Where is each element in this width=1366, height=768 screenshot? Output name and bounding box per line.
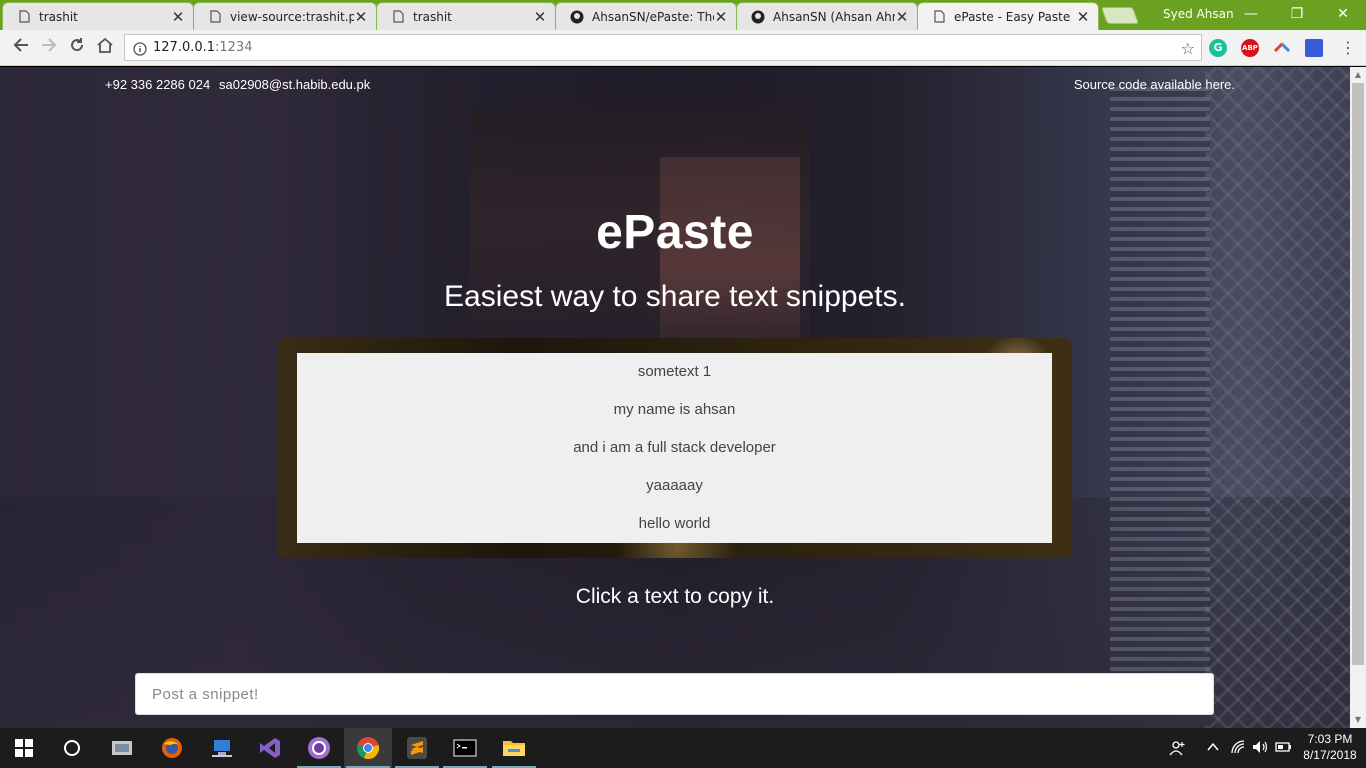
github-icon (751, 10, 765, 24)
copy-hint: Click a text to copy it. (575, 585, 775, 608)
page-icon (17, 10, 31, 24)
clock-date: 8/17/2018 (1303, 748, 1357, 762)
minimize-icon[interactable]: — (1236, 3, 1266, 25)
contact-email[interactable]: sa02908@st.habib.edu.pk (219, 77, 370, 92)
page-scrollbar[interactable]: ▲ ▼ (1350, 67, 1366, 728)
people-icon[interactable] (1168, 739, 1186, 761)
page-viewport: +92 336 2286 024 sa02908@st.habib.edu.pk… (0, 67, 1350, 728)
scroll-down-icon[interactable]: ▼ (1350, 712, 1366, 728)
tab-trashit-1[interactable]: trashit ✕ (2, 2, 194, 30)
browser-titlebar: trashit ✕ view-source:trashit.pk/ ✕ tras… (0, 0, 1366, 30)
show-hidden-icons-icon[interactable] (1206, 740, 1220, 757)
profile-name[interactable]: Syed Ahsan (1163, 7, 1234, 21)
adblock-icon[interactable]: ABP (1241, 39, 1259, 57)
window-close-icon[interactable]: ✕ (1328, 3, 1358, 25)
tab-trashit-2[interactable]: trashit ✕ (376, 2, 556, 30)
tab-close-icon[interactable]: ✕ (895, 9, 909, 24)
snippet-item[interactable]: sometext 1 (297, 359, 1052, 397)
address-bar[interactable]: 127.0.0.1:1234 ☆ (124, 34, 1202, 61)
tab-close-icon[interactable]: ✕ (171, 9, 185, 24)
browser-toolbar: 127.0.0.1:1234 ☆ G ABP ⋮ (0, 30, 1366, 66)
tab-title: view-source:trashit.pk/ (230, 9, 354, 24)
tab-close-icon[interactable]: ✕ (354, 9, 368, 24)
page-icon (208, 10, 222, 24)
page-icon (391, 10, 405, 24)
forward-icon[interactable] (37, 37, 61, 59)
reload-icon[interactable] (65, 37, 89, 59)
visual-studio-icon[interactable] (246, 728, 294, 768)
snippet-item[interactable]: yaaaaay (297, 473, 1052, 511)
sublime-icon[interactable] (393, 728, 441, 768)
clock-time: 7:03 PM (1307, 732, 1353, 746)
home-icon[interactable] (93, 37, 117, 59)
windows-taskbar: 7:03 PM 8/17/2018 (0, 728, 1366, 768)
post-snippet-input[interactable] (135, 673, 1214, 715)
grammarly-icon[interactable]: G (1209, 39, 1227, 57)
source-code-link[interactable]: Source code available here. (1074, 77, 1235, 92)
snippet-list: sometext 1 my name is ahsan and i am a f… (297, 353, 1052, 543)
tab-title: AhsanSN (Ahsan Ahme (773, 9, 895, 24)
tab-epaste[interactable]: ePaste - Easy Paste ✕ (917, 2, 1099, 30)
url-port: :1234 (215, 40, 253, 55)
scrollbar-thumb[interactable] (1352, 83, 1364, 665)
tab-view-source[interactable]: view-source:trashit.pk/ ✕ (193, 2, 377, 30)
info-icon[interactable] (133, 41, 147, 60)
wifi-icon[interactable] (1230, 739, 1246, 759)
start-button[interactable] (0, 728, 48, 768)
contact-phone: +92 336 2286 024 (105, 77, 211, 92)
restore-icon[interactable]: ❐ (1282, 3, 1312, 25)
snippet-item[interactable]: my name is ahsan (297, 397, 1052, 435)
firefox-icon[interactable] (148, 728, 196, 768)
tab-close-icon[interactable]: ✕ (1076, 9, 1090, 24)
github-icon (570, 10, 584, 24)
new-tab-button[interactable] (1100, 7, 1140, 24)
color-ext-icon[interactable] (1273, 39, 1291, 57)
tab-title: trashit (413, 9, 452, 24)
github-desktop-icon[interactable] (295, 728, 343, 768)
chrome-icon[interactable] (344, 728, 392, 768)
page-icon (932, 10, 946, 24)
bookmark-star-icon[interactable]: ☆ (1181, 39, 1195, 58)
remote-desktop-icon[interactable] (198, 728, 246, 768)
tab-title: AhsanSN/ePaste: The e (592, 9, 714, 24)
system-clock[interactable]: 7:03 PM 8/17/2018 (1298, 731, 1362, 763)
cortana-icon[interactable] (48, 728, 96, 768)
scroll-up-icon[interactable]: ▲ (1350, 67, 1366, 83)
file-explorer-icon[interactable] (490, 728, 538, 768)
ext-icon[interactable] (1305, 39, 1323, 57)
snippet-item[interactable]: hello world (297, 511, 1052, 549)
tab-title: ePaste - Easy Paste (954, 9, 1071, 24)
battery-icon[interactable] (1275, 739, 1293, 759)
task-view-icon[interactable] (98, 728, 146, 768)
tab-close-icon[interactable]: ✕ (714, 9, 728, 24)
tab-github-profile[interactable]: AhsanSN (Ahsan Ahme ✕ (736, 2, 918, 30)
terminal-icon[interactable] (441, 728, 489, 768)
tagline: Easiest way to share text snippets. (444, 280, 906, 313)
snippet-item[interactable]: and i am a full stack developer (297, 435, 1052, 473)
menu-kebab-icon[interactable]: ⋮ (1340, 38, 1356, 58)
tab-title: trashit (39, 9, 78, 24)
url-text[interactable]: 127.0.0.1:1234 (153, 40, 253, 55)
volume-icon[interactable] (1252, 739, 1270, 759)
url-host: 127.0.0.1 (153, 40, 216, 55)
windows-logo-icon (15, 739, 33, 757)
tab-github-epaste[interactable]: AhsanSN/ePaste: The e ✕ (555, 2, 737, 30)
page-title: ePaste (596, 206, 754, 259)
tab-close-icon[interactable]: ✕ (533, 9, 547, 24)
back-icon[interactable] (9, 37, 33, 59)
